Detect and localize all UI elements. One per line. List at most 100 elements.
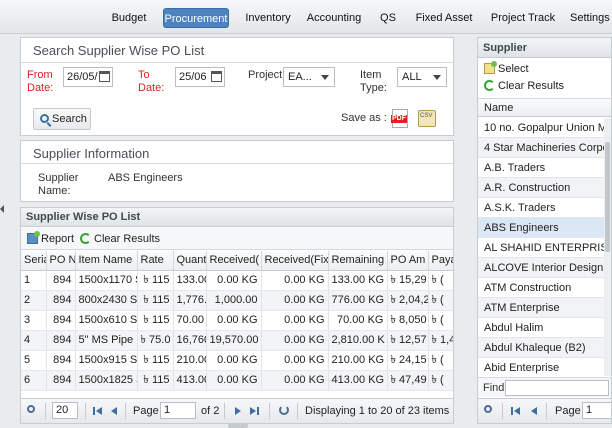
first-page-arrow-icon[interactable] xyxy=(514,407,520,415)
table-row[interactable]: 48945" MS Pipe৳ 75.016,76019,570.000.00 … xyxy=(21,330,453,351)
table-cell: 4 xyxy=(21,330,47,351)
nav-procurement[interactable]: Procurement xyxy=(163,8,229,28)
supplier-list-item[interactable]: Abid Enterprise xyxy=(478,358,611,378)
search-panel-title: Search Supplier Wise PO List xyxy=(33,43,205,58)
from-date-input[interactable]: 26/05/ xyxy=(63,67,113,87)
nav-accounting[interactable]: Accounting xyxy=(304,8,364,28)
supplier-clear-results-button[interactable]: Clear Results xyxy=(484,77,564,95)
column-header[interactable]: Item Name xyxy=(75,251,138,271)
item-type-select[interactable]: ALL xyxy=(397,67,447,87)
supplier-list-item[interactable]: A.R. Construction xyxy=(478,178,611,198)
table-row[interactable]: 18941500x1170 S৳ 115133.000.00 KG0.00 KG… xyxy=(21,270,453,291)
select-icon xyxy=(484,61,497,74)
table-cell: 0.00 KG xyxy=(206,270,262,291)
project-select[interactable]: EA... xyxy=(283,67,335,87)
collapse-bottom-handle[interactable] xyxy=(228,423,248,428)
table-cell: 1500x915 Sh xyxy=(75,350,138,371)
collapse-left-handle[interactable] xyxy=(0,205,4,213)
table-row[interactable]: 38941500x610 Sh৳ 11570.00 K0.00 KG0.00 K… xyxy=(21,310,453,331)
table-cell: ৳ ( xyxy=(428,370,453,391)
table-cell: 0.00 KG xyxy=(261,290,329,311)
supplier-list-item[interactable]: ATM Construction xyxy=(478,278,611,298)
next-page-icon[interactable] xyxy=(235,407,241,415)
last-page-icon[interactable] xyxy=(257,407,259,415)
find-bar: Find xyxy=(478,377,611,397)
chevron-down-icon xyxy=(433,75,441,80)
supplier-list-item[interactable]: ABS Engineers xyxy=(478,218,611,238)
supplier-list-item[interactable]: A.B. Traders xyxy=(478,158,611,178)
table-cell: 2,810.00 K xyxy=(328,330,388,351)
table-row[interactable]: 58941500x915 Sh৳ 115210.000.00 KG0.00 KG… xyxy=(21,350,453,371)
search-icon[interactable] xyxy=(27,405,35,413)
nav-inventory[interactable]: Inventory xyxy=(241,8,295,28)
report-button[interactable]: Report xyxy=(27,230,74,248)
search-icon[interactable] xyxy=(484,405,492,413)
select-button[interactable]: Select xyxy=(484,60,529,78)
top-navigation: Budget Procurement Inventory Accounting … xyxy=(0,0,612,34)
table-row[interactable]: 2894800x2430 Sh৳ 1151,776.01,000.000.00 … xyxy=(21,290,453,311)
page-size-input[interactable]: 20 xyxy=(52,402,78,419)
table-cell: ৳ 8,050 xyxy=(387,310,429,331)
table-cell: ৳ 115 xyxy=(137,370,174,391)
column-header[interactable]: Received(Fix xyxy=(261,251,329,271)
table-cell: ৳ ( xyxy=(428,270,453,291)
prev-page-icon[interactable] xyxy=(531,407,537,415)
supplier-column-header[interactable]: Name xyxy=(478,98,611,117)
table-cell: 0.00 KG xyxy=(261,310,329,331)
calendar-icon[interactable] xyxy=(211,71,222,82)
supplier-list-item[interactable]: ALCOVE Interior Design xyxy=(478,258,611,278)
table-cell: ৳ 12,57 xyxy=(387,330,429,351)
table-cell: 1,776.0 xyxy=(173,290,207,311)
table-cell: 0.00 KG xyxy=(261,330,329,351)
csv-export-icon[interactable]: CSV xyxy=(418,110,436,127)
nav-project-track[interactable]: Project Track xyxy=(487,8,559,28)
supplier-list-item[interactable]: Abdul Khaleque (B2) xyxy=(478,338,611,358)
supplier-info-panel: Supplier Information Supplier Name: ABS E… xyxy=(20,140,454,202)
supplier-list-item[interactable]: AL SHAHID ENTERPRISE xyxy=(478,238,611,258)
table-row[interactable]: 68941500x1825 S৳ 115413.000.00 KG0.00 KG… xyxy=(21,370,453,391)
column-header[interactable]: Received( xyxy=(206,251,262,271)
column-header[interactable]: Quantit xyxy=(173,251,207,271)
first-page-icon[interactable] xyxy=(93,407,95,415)
calendar-icon[interactable] xyxy=(99,71,110,82)
table-cell: 1500x1825 S xyxy=(75,370,138,391)
table-cell: 16,760 xyxy=(173,330,207,351)
column-header[interactable]: Payable xyxy=(428,251,453,271)
search-button[interactable]: Search xyxy=(33,108,91,130)
find-input[interactable] xyxy=(505,380,609,396)
supplier-list-item[interactable]: 10 no. Gopalpur Union Mukti xyxy=(478,118,611,138)
supplier-list-item[interactable]: Abdul Halim xyxy=(478,318,611,338)
column-header[interactable]: Rate xyxy=(137,251,174,271)
nav-settings[interactable]: Settings xyxy=(570,8,612,28)
table-cell: 70.00 K xyxy=(173,310,207,331)
supplier-list-item[interactable]: 4 Star Machineries Corporation xyxy=(478,138,611,158)
display-count: Displaying 1 to 20 of 23 items xyxy=(305,405,450,417)
po-table: Seria PO No Item Name Rate Quantit Recei… xyxy=(21,251,453,391)
supplier-scrollbar[interactable] xyxy=(604,118,611,376)
table-cell: ৳ 2,04,2 xyxy=(387,290,429,311)
column-header[interactable]: Remaining xyxy=(328,251,388,271)
to-date-input[interactable]: 25/06 xyxy=(175,67,225,87)
nav-qs[interactable]: QS xyxy=(376,8,400,28)
refresh-icon[interactable] xyxy=(279,405,289,415)
first-page-icon[interactable] xyxy=(511,407,513,415)
supplier-list-item[interactable]: ATM Enterprise xyxy=(478,298,611,318)
scrollbar-thumb[interactable] xyxy=(605,142,610,252)
column-header[interactable]: PO Am xyxy=(387,251,429,271)
table-cell: 894 xyxy=(46,370,76,391)
page-number-input[interactable]: 1 xyxy=(160,402,196,419)
nav-budget[interactable]: Budget xyxy=(106,8,152,28)
prev-page-icon[interactable] xyxy=(111,407,117,415)
column-header[interactable]: PO No xyxy=(46,251,76,271)
first-page-arrow-icon[interactable] xyxy=(96,407,102,415)
last-page-arrow-icon[interactable] xyxy=(250,407,256,415)
supplier-list-item[interactable]: A.S.K. Traders xyxy=(478,198,611,218)
clear-results-button[interactable]: Clear Results xyxy=(80,230,160,248)
nav-fixed-asset[interactable]: Fixed Asset xyxy=(413,8,475,28)
search-icon xyxy=(40,114,49,123)
pdf-export-icon[interactable]: PDF xyxy=(391,109,408,128)
page-number-input[interactable]: 1 xyxy=(582,402,611,419)
po-list-title: Supplier Wise PO List xyxy=(21,208,453,227)
column-header[interactable]: Seria xyxy=(21,251,47,271)
table-cell: 413.00 xyxy=(173,370,207,391)
